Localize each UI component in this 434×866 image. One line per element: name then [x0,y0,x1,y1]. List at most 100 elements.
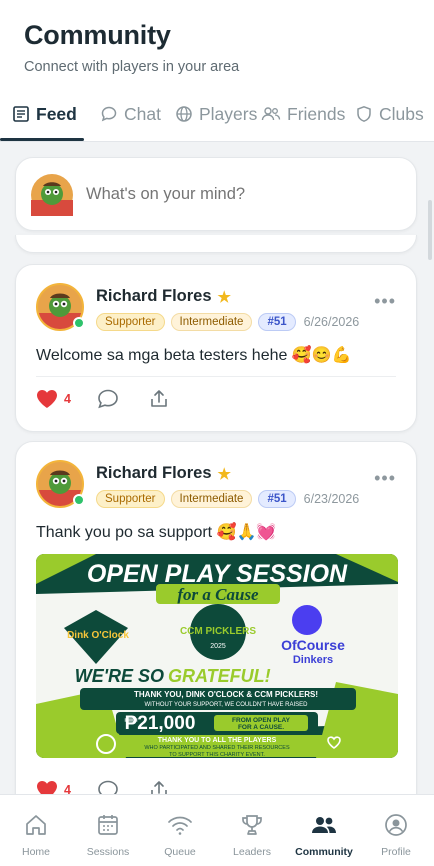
poster-headline-a: WE'RE SO [75,666,164,686]
post-card: Richard Flores ★ Supporter Intermediate … [15,441,417,794]
community-tabs: Feed Chat Players Friends Clubs [0,92,434,142]
nav-home-label: Home [21,846,50,858]
nav-sessions[interactable]: Sessions [72,795,144,866]
online-status-dot [73,317,85,329]
nav-queue-label: Queue [164,846,196,858]
comment-icon[interactable] [97,389,119,409]
author-name: Richard Flores [96,287,212,305]
author-badges: Supporter Intermediate #51 6/26/2026 [96,312,359,332]
hidden-post-edge [15,235,417,253]
author-badges: Supporter Intermediate #51 6/23/2026 [96,489,359,509]
poster-amount-note-2: FOR A CAUSE. [238,724,284,731]
star-icon: ★ [217,465,231,483]
tab-players[interactable]: Players [175,100,257,128]
feed-scrollbar[interactable] [428,200,432,260]
community-icon [312,817,336,833]
poster-thanks-sub: WITHOUT YOUR SUPPORT, WE COULDN'T HAVE R… [145,702,309,708]
friends-icon [261,107,281,121]
poster-logo-year: 2025 [210,643,226,650]
post-author[interactable]: Richard Flores ★ [96,464,231,483]
poster-title: OPEN PLAY SESSION [87,560,348,588]
post-date: 6/26/2026 [303,315,360,329]
poster-amount-note-1: FROM OPEN PLAY [232,717,291,724]
post-image[interactable]: OPEN PLAY SESSION for a Cause Dink O'Clo… [36,554,398,758]
divider [36,376,396,377]
user-avatar[interactable] [31,174,73,216]
trophy-icon [242,815,262,835]
tab-feed[interactable]: Feed [12,100,77,128]
post-date: 6/23/2026 [303,492,360,506]
share-icon[interactable] [149,780,169,794]
tab-chat-label: Chat [124,103,161,124]
nav-community-label: Community [295,846,353,858]
supporter-badge: Supporter [96,313,165,331]
post-composer[interactable] [15,157,417,231]
tab-feed-label: Feed [36,103,77,124]
heart-icon[interactable] [36,389,58,409]
post-text: Welcome sa mga beta testers hehe 🥰😊💪 [36,347,352,364]
nav-home[interactable]: Home [0,795,72,866]
nav-profile[interactable]: Profile [360,795,432,866]
nav-profile-label: Profile [381,846,411,858]
rank-badge: #51 [258,313,296,331]
poster-amount: ₱21,000 [125,713,196,734]
author-avatar[interactable] [36,283,85,331]
calendar-icon [98,815,118,835]
post-text: Thank you po sa support 🥰🙏💓 [36,524,277,541]
page-title: Community [24,20,171,50]
rank-badge: #51 [258,490,296,508]
tab-chat[interactable]: Chat [100,100,161,128]
tab-friends[interactable]: Friends [261,100,345,128]
nav-leaders-label: Leaders [233,846,271,858]
poster-footer-1: THANK YOU TO ALL THE PLAYERS [158,737,277,744]
poster-logo-ccm: CCM PICKLERS [180,626,256,637]
like-count: 4 [64,783,71,794]
page-header: Community Connect with players in your a… [0,0,434,142]
composer-input[interactable] [86,185,386,204]
poster-logo-dinkers: Dinkers [293,654,333,666]
nav-queue[interactable]: Queue [144,795,216,866]
poster-logo-dink: Dink O'Clock [67,630,129,641]
tab-clubs[interactable]: Clubs [355,100,424,128]
poster-footer-2: WHO PARTICIPATED AND SHARED THEIR RESOUR… [144,745,290,751]
author-avatar[interactable] [36,460,85,508]
tab-clubs-label: Clubs [379,103,424,124]
level-badge: Intermediate [170,313,253,331]
more-options-icon[interactable]: ••• [374,291,396,312]
poster-logo-ofcourse: OfCourse [281,637,345,653]
page-subtitle: Connect with players in your area [24,59,240,75]
poster-subtitle: for a Cause [177,585,259,604]
active-tab-indicator [0,138,84,141]
charity-poster: OPEN PLAY SESSION for a Cause Dink O'Clo… [36,554,398,758]
author-name: Richard Flores [96,464,212,482]
bottom-navigation: Home Sessions Queue Leaders Community Pr… [0,794,434,866]
profile-icon [385,814,407,836]
nav-leaders[interactable]: Leaders [216,795,288,866]
shield-icon [357,106,371,122]
post-actions: 4 [36,389,199,409]
tab-players-label: Players [199,103,258,124]
globe-icon [176,106,192,122]
poster-thanks: THANK YOU, DINK O'CLOCK & CCM PICKLERS! [134,690,318,699]
post-author[interactable]: Richard Flores ★ [96,287,231,306]
heart-icon[interactable] [36,780,58,794]
poster-headline-b: GRATEFUL! [168,666,271,686]
community-feed[interactable]: Richard Flores ★ Supporter Intermediate … [0,142,434,794]
chat-bubble-icon [101,106,117,122]
supporter-badge: Supporter [96,490,165,508]
share-icon[interactable] [149,389,169,409]
level-badge: Intermediate [170,490,253,508]
feed-icon [13,106,29,122]
home-icon [26,815,46,835]
comment-icon[interactable] [97,780,119,794]
poster-footer-3: TO SUPPORT THIS CHARITY EVENT. [169,752,265,758]
nav-community[interactable]: Community [288,795,360,866]
nav-sessions-label: Sessions [86,846,130,858]
tab-friends-label: Friends [287,103,346,124]
post-card: Richard Flores ★ Supporter Intermediate … [15,264,417,432]
online-status-dot [73,494,85,506]
like-count: 4 [64,392,71,406]
more-options-icon[interactable]: ••• [374,468,396,489]
post-actions: 4 [36,780,199,794]
wifi-icon [168,816,192,835]
